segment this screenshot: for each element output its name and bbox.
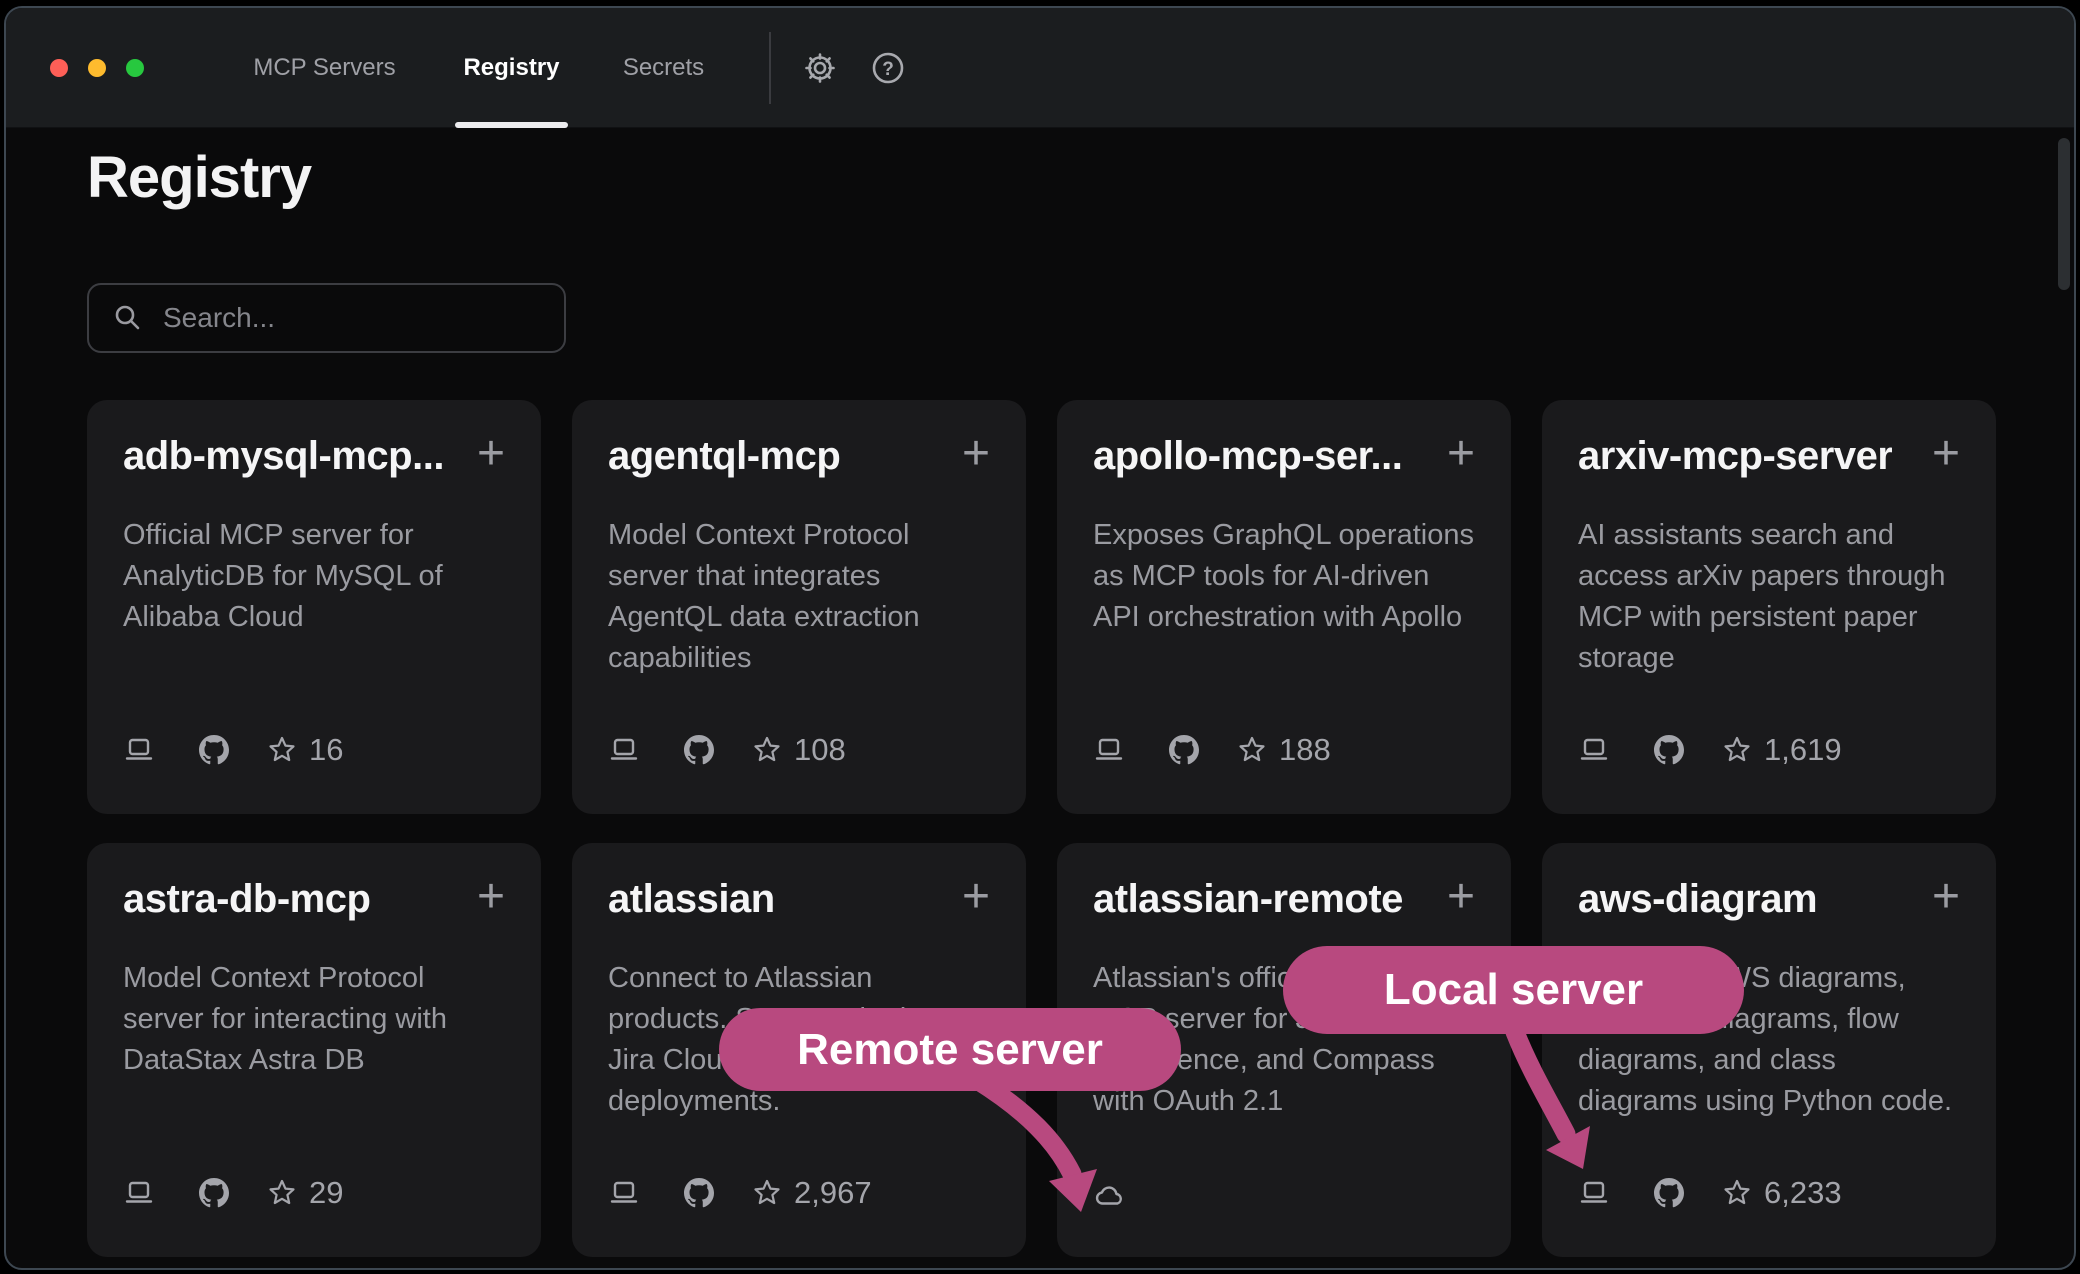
- local-server-callout-label: Local server: [1384, 965, 1643, 1015]
- search-box: [87, 283, 566, 353]
- title-bar: MCP Servers Registry Secrets ?: [6, 8, 2074, 128]
- server-description: Official MCP server for AnalyticDB for M…: [123, 515, 505, 638]
- server-stats: 29: [123, 1175, 343, 1211]
- page-title: Registry: [87, 144, 311, 211]
- svg-text:?: ?: [882, 59, 894, 80]
- local-server-laptop-icon: [1578, 734, 1610, 766]
- server-stats: 2,967: [608, 1175, 872, 1211]
- server-name: agentql-mcp: [608, 434, 840, 479]
- server-description: Model Context Protocol server for intera…: [123, 958, 505, 1081]
- remote-server-callout: Remote server: [719, 1008, 1181, 1091]
- zoom-window-button[interactable]: [126, 59, 144, 77]
- remote-server-callout-label: Remote server: [797, 1025, 1103, 1075]
- local-server-laptop-icon: [123, 1177, 155, 1209]
- github-icon: [1654, 735, 1684, 765]
- github-icon: [684, 1178, 714, 1208]
- help-icon[interactable]: ?: [871, 51, 905, 85]
- server-description: AI assistants search and access arXiv pa…: [1578, 515, 1960, 679]
- star-icon: [752, 1178, 782, 1208]
- server-stats: 1,619: [1578, 732, 1842, 768]
- local-server-callout: Local server: [1283, 946, 1744, 1034]
- local-server-laptop-icon: [608, 734, 640, 766]
- minimize-window-button[interactable]: [88, 59, 106, 77]
- add-server-button[interactable]: +: [962, 434, 990, 474]
- server-name: astra-db-mcp: [123, 877, 370, 922]
- active-tab-indicator: [455, 122, 568, 128]
- server-name: arxiv-mcp-server: [1578, 434, 1892, 479]
- star-icon: [752, 735, 782, 765]
- star-icon: [1722, 1178, 1752, 1208]
- close-window-button[interactable]: [50, 59, 68, 77]
- server-name: atlassian-remote: [1093, 877, 1403, 922]
- server-card[interactable]: agentql-mcp + Model Context Protocol ser…: [572, 400, 1026, 814]
- server-stats: 188: [1093, 732, 1331, 768]
- github-icon: [199, 1178, 229, 1208]
- star-count: 188: [1279, 732, 1331, 768]
- tab-mcp-servers[interactable]: MCP Servers: [234, 8, 415, 127]
- add-server-button[interactable]: +: [1932, 434, 1960, 474]
- tab-secrets[interactable]: Secrets: [611, 8, 716, 127]
- star-icon: [267, 735, 297, 765]
- server-card[interactable]: astra-db-mcp + Model Context Protocol se…: [87, 843, 541, 1257]
- settings-gear-icon[interactable]: [803, 51, 837, 85]
- star-count: 29: [309, 1175, 343, 1211]
- star-count: 108: [794, 732, 846, 768]
- add-server-button[interactable]: +: [477, 877, 505, 917]
- toolbar-divider: [769, 32, 771, 104]
- search-input[interactable]: [161, 301, 552, 335]
- star-count: 16: [309, 732, 343, 768]
- star-count: 2,967: [794, 1175, 872, 1211]
- local-server-laptop-icon: [608, 1177, 640, 1209]
- server-name: aws-diagram: [1578, 877, 1817, 922]
- server-stats: 108: [608, 732, 846, 768]
- add-server-button[interactable]: +: [477, 434, 505, 474]
- server-name: apollo-mcp-ser...: [1093, 434, 1402, 479]
- star-icon: [1722, 735, 1752, 765]
- add-server-button[interactable]: +: [1447, 434, 1475, 474]
- server-description: Exposes GraphQL operations as MCP tools …: [1093, 515, 1475, 638]
- search-icon: [113, 303, 143, 333]
- add-server-button[interactable]: +: [962, 877, 990, 917]
- star-icon: [1237, 735, 1267, 765]
- server-card[interactable]: arxiv-mcp-server + AI assistants search …: [1542, 400, 1996, 814]
- github-icon: [1169, 735, 1199, 765]
- server-stats: 16: [123, 732, 343, 768]
- server-card[interactable]: adb-mysql-mcp... + Official MCP server f…: [87, 400, 541, 814]
- server-name: atlassian: [608, 877, 775, 922]
- github-icon: [199, 735, 229, 765]
- add-server-button[interactable]: +: [1932, 877, 1960, 917]
- server-card[interactable]: apollo-mcp-ser... + Exposes GraphQL oper…: [1057, 400, 1511, 814]
- server-description: Model Context Protocol server that integ…: [608, 515, 990, 679]
- vertical-scrollbar-thumb[interactable]: [2058, 138, 2070, 290]
- tab-registry[interactable]: Registry: [455, 8, 568, 127]
- github-icon: [684, 735, 714, 765]
- add-server-button[interactable]: +: [1447, 877, 1475, 917]
- star-count: 1,619: [1764, 732, 1842, 768]
- star-count: 6,233: [1764, 1175, 1842, 1211]
- server-name: adb-mysql-mcp...: [123, 434, 444, 479]
- remote-server-arrow: [950, 1070, 1130, 1230]
- local-server-arrow: [1460, 1028, 1650, 1188]
- github-icon: [1654, 1178, 1684, 1208]
- star-icon: [267, 1178, 297, 1208]
- local-server-laptop-icon: [1093, 734, 1125, 766]
- local-server-laptop-icon: [123, 734, 155, 766]
